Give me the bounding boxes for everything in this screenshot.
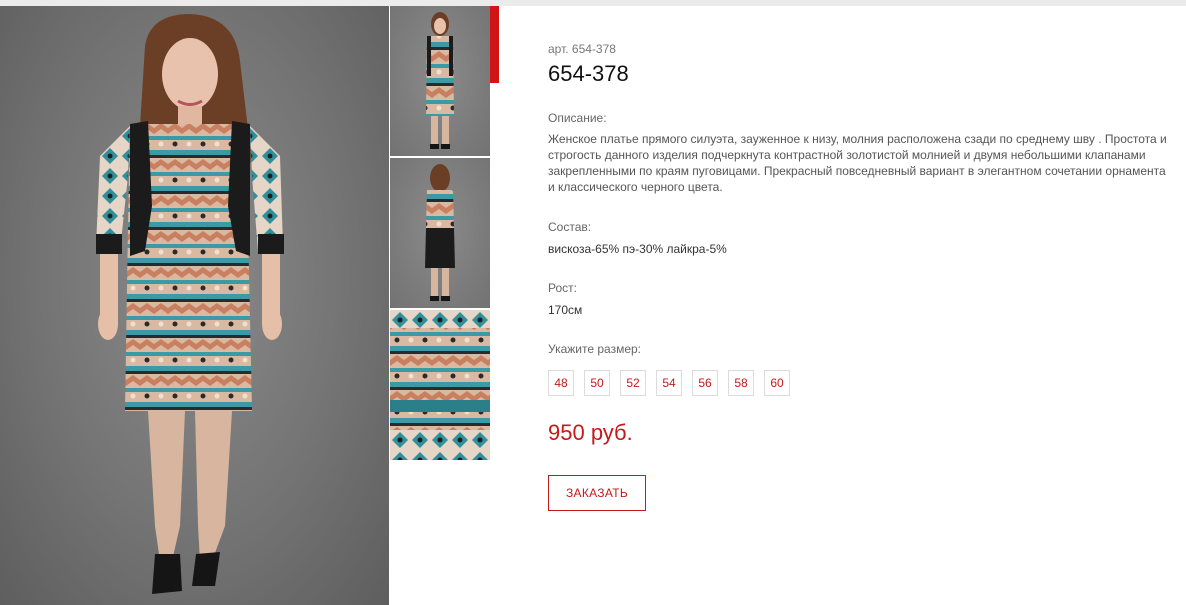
- thumbnail-fabric-image: [390, 310, 490, 460]
- order-button[interactable]: ЗАКАЗАТЬ: [548, 475, 646, 511]
- height-text: 170см: [548, 303, 583, 317]
- size-option-50[interactable]: 50: [584, 370, 610, 396]
- composition-text: вискоза-65% пэ-30% лайкра-5%: [548, 242, 727, 256]
- size-option-48[interactable]: 48: [548, 370, 574, 396]
- size-option-54[interactable]: 54: [656, 370, 682, 396]
- thumbnail-fabric-pattern[interactable]: [390, 310, 490, 460]
- thumbnail-front-image: [426, 12, 454, 149]
- product-price: 950 руб.: [548, 420, 633, 445]
- composition-label: Состав:: [548, 220, 592, 234]
- main-product-photo[interactable]: [0, 6, 389, 605]
- description-label: Описание:: [548, 111, 607, 125]
- size-label: Укажите размер:: [548, 342, 642, 356]
- size-option-60[interactable]: 60: [764, 370, 790, 396]
- height-label: Рост:: [548, 281, 577, 295]
- thumbnail-back-image: [425, 164, 455, 301]
- active-thumbnail-marker: [490, 6, 499, 83]
- product-title: 654-378: [548, 61, 629, 86]
- thumbnail-front-view[interactable]: [390, 6, 490, 156]
- size-option-58[interactable]: 58: [728, 370, 754, 396]
- size-option-52[interactable]: 52: [620, 370, 646, 396]
- description-text: Женское платье прямого силуэта, зауженно…: [548, 132, 1167, 194]
- product-sku: арт. 654-378: [548, 42, 616, 56]
- thumbnail-back-view[interactable]: [390, 158, 490, 308]
- size-option-56[interactable]: 56: [692, 370, 718, 396]
- model-in-dress-image: [96, 14, 284, 594]
